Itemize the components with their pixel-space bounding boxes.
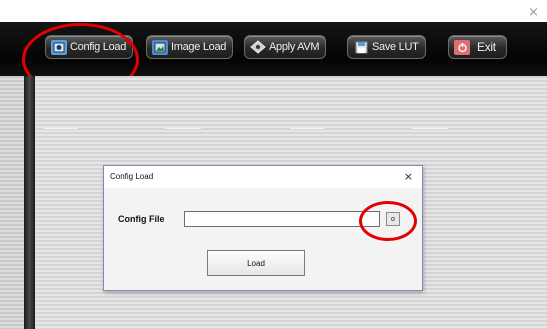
image-load-label: Image Load [171,41,227,53]
placeholder-line [412,128,448,129]
toolbar: Config Load Image Load Apply AVM Save LU… [0,22,547,76]
config-file-input[interactable] [184,211,380,227]
image-load-icon [152,39,168,55]
config-load-label: Config Load [70,41,127,53]
config-load-icon [51,39,67,55]
placeholder-line [290,128,324,129]
panel-divider[interactable] [24,76,35,329]
left-panel [0,76,24,329]
load-button[interactable]: Load [207,250,305,276]
image-load-button[interactable]: Image Load [146,35,234,59]
config-file-label: Config File [118,214,165,224]
apply-avm-button[interactable]: Apply AVM [244,35,327,59]
dialog-title: Config Load [110,172,154,181]
save-lut-label: Save LUT [372,41,419,53]
dialog-title-bar: Config Load [104,166,422,188]
exit-button[interactable]: Exit [448,35,507,59]
save-lut-button[interactable]: Save LUT [347,35,426,59]
save-icon [353,40,369,55]
config-load-button[interactable]: Config Load [45,35,134,59]
browse-button[interactable]: o [386,212,400,226]
placeholder-line [44,128,78,129]
dialog-close-icon[interactable]: × [404,171,413,182]
exit-label: Exit [477,40,496,54]
window-close-icon[interactable]: × [528,5,539,20]
apply-avm-label: Apply AVM [269,41,320,53]
config-load-dialog: Config Load × Config File o Load [103,165,423,291]
placeholder-line [165,128,201,129]
power-icon [454,39,470,55]
apply-avm-icon [250,40,266,55]
